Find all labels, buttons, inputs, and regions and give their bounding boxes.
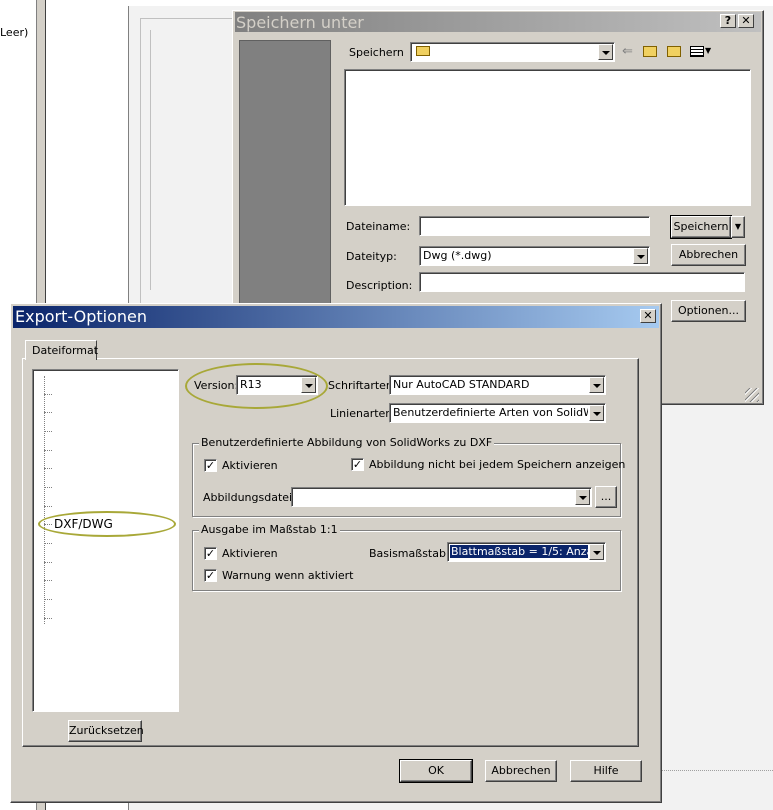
places-bar[interactable] <box>239 40 331 305</box>
tree-branch <box>44 599 52 600</box>
save-as-help-button[interactable]: ? <box>720 14 736 28</box>
background-fragment-text: Leer) <box>0 26 29 39</box>
save-button-label: Speichern <box>673 220 729 233</box>
scale-group-title: Ausgabe im Maßstab 1:1 <box>199 523 340 536</box>
tree-branch <box>44 487 52 488</box>
tree-branch <box>44 450 52 451</box>
browse-button[interactable]: ... <box>595 486 617 508</box>
up-folder-icon[interactable] <box>643 46 657 57</box>
chevron-down-icon[interactable] <box>575 489 590 505</box>
chevron-down-icon[interactable] <box>598 44 613 60</box>
file-type-combo[interactable]: Dwg (*.dwg) <box>419 246 650 266</box>
checkmark-icon: ✓ <box>352 458 363 471</box>
save-as-cancel-label: Abbrechen <box>678 248 739 261</box>
annotation-circle-version <box>185 363 328 409</box>
file-name-input[interactable] <box>419 216 650 236</box>
ok-button-label: OK <box>428 764 444 777</box>
mapping-enable-label: Aktivieren <box>222 459 278 472</box>
save-as-close-button[interactable]: ✕ <box>738 14 754 28</box>
export-close-button[interactable]: ✕ <box>640 309 656 323</box>
resize-grip-icon[interactable] <box>745 388 759 402</box>
file-type-label: Dateityp: <box>346 250 397 263</box>
tree-branch <box>44 412 52 413</box>
scale-enable-label: Aktivieren <box>222 547 278 560</box>
checkmark-icon: ✓ <box>205 569 216 582</box>
mapping-group-title: Benutzerdefinierte Abbildung von SolidWo… <box>199 436 495 449</box>
fonts-value: Nur AutoCAD STANDARD <box>393 378 530 391</box>
chevron-down-icon: ▼ <box>734 222 742 231</box>
save-split-dropdown[interactable]: ▼ <box>731 216 745 238</box>
description-input[interactable] <box>419 272 745 292</box>
back-arrow-icon[interactable]: ⇐ <box>622 44 633 59</box>
linetypes-label: Linienarten: <box>330 407 396 420</box>
warn-checkbox[interactable]: ✓ <box>204 569 217 582</box>
base-scale-value: Blattmaßstab = 1/5: Anzahl <box>450 545 588 558</box>
folder-icon <box>416 46 430 56</box>
help-button[interactable]: Hilfe <box>570 760 642 782</box>
save-as-title: Speichern unter <box>236 13 364 32</box>
save-in-combo[interactable] <box>410 42 615 62</box>
export-cancel-label: Abbrechen <box>491 764 551 777</box>
tree-branch <box>44 431 52 432</box>
new-folder-icon[interactable] <box>667 46 681 57</box>
chevron-down-icon[interactable] <box>589 544 604 560</box>
export-options-title: Export-Optionen <box>15 307 147 326</box>
ok-button[interactable]: OK <box>399 759 473 783</box>
tab-dateiformat[interactable]: Dateiformat <box>25 340 99 360</box>
description-label: Description: <box>346 279 413 292</box>
linetypes-combo[interactable]: Benutzerdefinierte Arten von SolidWorks <box>389 403 606 423</box>
save-as-cancel-button[interactable]: Abbrechen <box>671 244 746 266</box>
browse-button-label: ... <box>600 490 612 503</box>
scale-enable-checkbox[interactable]: ✓ <box>204 547 217 560</box>
drawing-frame-inner <box>150 30 230 290</box>
tree-branch <box>44 580 52 581</box>
export-cancel-button[interactable]: Abbrechen <box>485 760 557 782</box>
base-scale-combo[interactable]: Blattmaßstab = 1/5: Anzahl <box>447 542 606 562</box>
tree-line <box>44 376 45 624</box>
view-menu-icon[interactable] <box>690 46 704 57</box>
file-name-label: Dateiname: <box>346 220 411 233</box>
close-icon: ✕ <box>643 309 653 322</box>
reset-button[interactable]: Zurücksetzen <box>68 720 144 742</box>
warn-label: Warnung wenn aktiviert <box>222 569 354 582</box>
file-type-value: Dwg (*.dwg) <box>423 249 492 262</box>
mapping-enable-checkbox[interactable]: ✓ <box>204 459 217 472</box>
mapping-no-prompt-checkbox[interactable]: ✓ <box>351 458 364 471</box>
fonts-combo[interactable]: Nur AutoCAD STANDARD <box>389 375 606 395</box>
annotation-circle-tree <box>38 511 176 537</box>
format-tree[interactable] <box>32 369 179 712</box>
chevron-down-icon[interactable] <box>589 377 604 393</box>
mapping-no-prompt-label: Abbildung nicht bei jedem Speichern anze… <box>369 458 626 471</box>
mapping-file-combo[interactable] <box>291 487 592 507</box>
file-list[interactable] <box>344 69 751 206</box>
tree-branch <box>44 618 52 619</box>
drawing-bottom-edge <box>660 770 773 795</box>
tree-branch <box>44 394 52 395</box>
options-button[interactable]: Optionen... <box>671 300 746 322</box>
close-icon: ✕ <box>741 14 751 27</box>
tree-branch <box>44 543 52 544</box>
tree-branch <box>44 562 52 563</box>
tab-dateiformat-label: Dateiformat <box>32 344 99 357</box>
checkmark-icon: ✓ <box>205 547 216 560</box>
linetypes-value: Benutzerdefinierte Arten von SolidWorks <box>393 406 588 419</box>
base-scale-label: Basismaßstab: <box>369 547 450 560</box>
chevron-down-icon[interactable] <box>633 248 648 264</box>
view-menu-chevron-icon[interactable]: ▼ <box>705 46 711 55</box>
help-icon: ? <box>724 14 732 27</box>
checkmark-icon: ✓ <box>205 459 216 472</box>
options-button-label: Optionen... <box>678 304 739 317</box>
tree-branch <box>44 468 52 469</box>
help-button-label: Hilfe <box>593 764 619 777</box>
tree-branch <box>44 506 52 507</box>
save-button[interactable]: Speichern <box>670 215 732 239</box>
reset-button-label: Zurücksetzen <box>69 724 144 737</box>
fonts-label: Schriftarten: <box>328 379 397 392</box>
mapping-file-label: Abbildungsdatei: <box>203 491 296 504</box>
chevron-down-icon[interactable] <box>589 405 604 421</box>
save-in-label: Speichern <box>349 46 404 59</box>
